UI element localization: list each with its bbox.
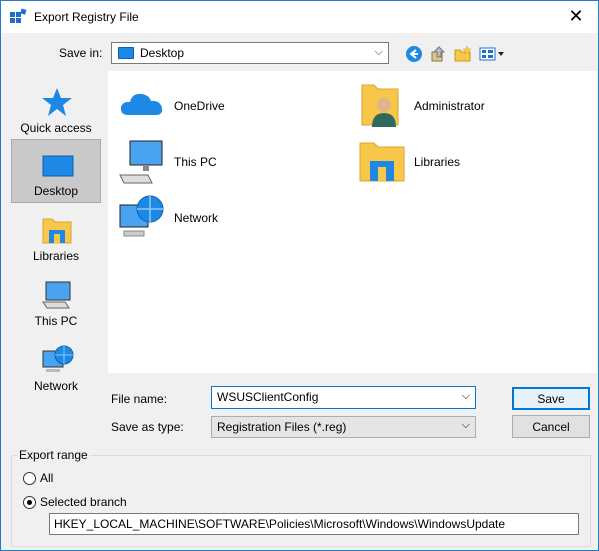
file-item-onedrive[interactable]: OneDrive [118, 81, 318, 133]
computer-icon [42, 281, 71, 309]
back-arrow-icon [406, 46, 422, 62]
place-label: Quick access [20, 121, 92, 135]
file-item-label: This PC [174, 155, 217, 169]
file-list: OneDrive Administrator This PC Libraries… [108, 71, 597, 373]
desktop-icon [42, 155, 74, 177]
view-menu-button[interactable] [478, 44, 506, 64]
place-this-pc[interactable]: This PC [11, 270, 101, 334]
title-bar: Export Registry File ✕ [1, 1, 598, 33]
file-name-input[interactable]: WSUSClientConfig ⌵ [211, 386, 476, 409]
file-name-label: File name: [111, 392, 168, 406]
place-libraries[interactable]: Libraries [11, 205, 101, 269]
file-item-label: OneDrive [174, 99, 225, 113]
place-label: This PC [34, 314, 78, 328]
save-in-dropdown[interactable]: Desktop ⌵ [111, 42, 389, 64]
place-network[interactable]: Network [11, 335, 101, 399]
cancel-button-label: Cancel [532, 419, 570, 434]
place-desktop[interactable]: Desktop [11, 139, 101, 203]
libraries-icon [42, 218, 72, 244]
file-item-administrator[interactable]: Administrator [358, 81, 578, 133]
close-button[interactable]: ✕ [554, 1, 598, 32]
export-registry-dialog: Export Registry File ✕ Save in: Desktop … [0, 0, 599, 551]
network-icon [119, 195, 164, 237]
save-in-label: Save in: [59, 46, 103, 60]
chevron-down-icon: ⌵ [374, 46, 383, 58]
place-label: Libraries [32, 249, 80, 263]
branch-path-input[interactable]: HKEY_LOCAL_MACHINE\SOFTWARE\Policies\Mic… [49, 513, 579, 535]
view-menu-icon [479, 47, 504, 61]
up-folder-icon [431, 46, 446, 62]
radio-all[interactable]: All [23, 471, 53, 485]
file-item-this-pc[interactable]: This PC [118, 137, 318, 189]
star-icon [42, 88, 72, 116]
libraries-icon [359, 142, 405, 182]
network-icon [42, 345, 74, 372]
file-item-label: Libraries [414, 155, 461, 169]
file-item-label: Administrator [414, 99, 485, 113]
back-button[interactable] [404, 44, 424, 64]
desktop-folder-icon [118, 47, 134, 59]
up-folder-button[interactable] [429, 44, 449, 64]
new-folder-button[interactable] [453, 44, 473, 64]
save-button[interactable]: Save [512, 387, 590, 410]
file-item-network[interactable]: Network [118, 193, 318, 245]
chevron-down-icon: ⌵ [461, 419, 470, 431]
cancel-button[interactable]: Cancel [512, 415, 590, 438]
save-in-value: Desktop [140, 46, 185, 60]
file-item-label: Network [174, 211, 219, 225]
radio-selected-branch[interactable]: Selected branch [23, 495, 127, 509]
chevron-down-icon[interactable]: ⌵ [462, 390, 470, 403]
save-button-label: Save [537, 391, 565, 406]
radio-circle [23, 471, 36, 485]
places-bar: Quick access Desktop Libraries This PC N… [9, 71, 102, 435]
save-as-type-dropdown[interactable]: Registration Files (*.reg) ⌵ [211, 416, 476, 438]
window-title: Export Registry File [34, 10, 139, 24]
radio-selected-label: Selected branch [40, 495, 127, 509]
file-item-libraries[interactable]: Libraries [358, 137, 578, 189]
place-label: Desktop [33, 184, 79, 198]
save-as-type-value: Registration Files (*.reg) [217, 420, 347, 434]
radio-circle [23, 495, 36, 509]
branch-path-value: HKEY_LOCAL_MACHINE\SOFTWARE\Policies\Mic… [54, 517, 506, 531]
export-range-legend: Export range [17, 448, 90, 462]
place-quick-access[interactable]: Quick access [11, 77, 101, 141]
place-label: Network [33, 379, 78, 393]
radio-all-label: All [40, 471, 54, 485]
save-as-type-label: Save as type: [111, 420, 184, 434]
user-folder-icon [361, 84, 399, 127]
file-name-value: WSUSClientConfig [217, 390, 319, 404]
computer-icon [119, 140, 163, 184]
onedrive-icon [120, 93, 163, 115]
regedit-icon [10, 8, 27, 23]
close-icon: ✕ [568, 6, 584, 26]
new-folder-icon [454, 45, 472, 62]
